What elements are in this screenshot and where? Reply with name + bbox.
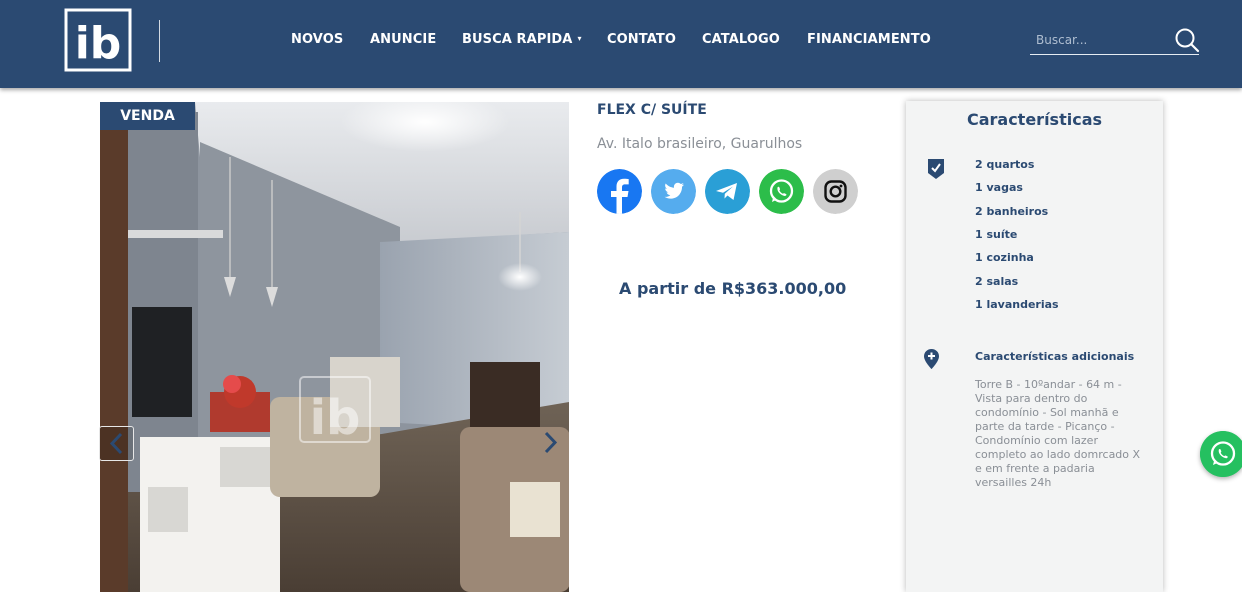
whatsapp-icon[interactable] <box>759 169 804 214</box>
additional-features-text: Torre B - 10ºandar - 64 m - Vista para d… <box>975 378 1141 489</box>
logo-divider <box>159 20 160 62</box>
location-plus-icon <box>924 349 939 369</box>
nav-financiamento[interactable]: FINANCIAMENTO <box>807 32 931 47</box>
prev-photo-button[interactable] <box>99 426 134 461</box>
nav-anuncie[interactable]: ANUNCIE <box>370 32 436 47</box>
listing-type-badge: VENDA <box>100 102 195 130</box>
logo-text: ib <box>75 18 122 69</box>
facebook-icon[interactable] <box>597 169 642 214</box>
feature-item: 1 suíte <box>975 228 1018 241</box>
site-logo[interactable]: ib <box>64 8 132 72</box>
next-photo-button[interactable] <box>537 426 567 459</box>
feature-item: 2 quartos <box>975 158 1035 171</box>
feature-item: 1 cozinha <box>975 251 1034 264</box>
feature-item: 2 banheiros <box>975 205 1049 218</box>
search-icon[interactable] <box>1174 27 1200 53</box>
whatsapp-float-button[interactable] <box>1200 431 1242 477</box>
caret-down-icon: ▾ <box>577 34 582 43</box>
panel-title: Características <box>966 110 1103 129</box>
listing-address: Av. Italo brasileiro, Guarulhos <box>597 136 803 152</box>
feature-item: 1 vagas <box>975 181 1023 194</box>
nav-novos[interactable]: NOVOS <box>291 32 343 47</box>
search-input[interactable] <box>1034 30 1168 50</box>
checklist-icon <box>928 159 944 179</box>
nav-busca-rapida[interactable]: BUSCA RAPIDA ▾ <box>462 32 582 47</box>
twitter-icon[interactable] <box>651 169 696 214</box>
listing-photo[interactable]: ib <box>100 102 569 592</box>
listing-price: A partir de R$363.000,00 <box>619 279 847 298</box>
photo-watermark: ib <box>310 390 361 446</box>
instagram-icon[interactable] <box>813 169 858 214</box>
nav-contato[interactable]: CONTATO <box>607 32 676 47</box>
telegram-icon[interactable] <box>705 169 750 214</box>
nav-catalogo[interactable]: CATALOGO <box>702 32 780 47</box>
listing-title: FLEX C/ SUÍTE <box>597 102 707 118</box>
nav-busca-rapida-label: BUSCA RAPIDA <box>462 32 573 47</box>
feature-item: 2 salas <box>975 275 1019 288</box>
feature-item: 1 lavanderias <box>975 298 1059 311</box>
additional-features-title: Características adicionais <box>975 350 1135 363</box>
